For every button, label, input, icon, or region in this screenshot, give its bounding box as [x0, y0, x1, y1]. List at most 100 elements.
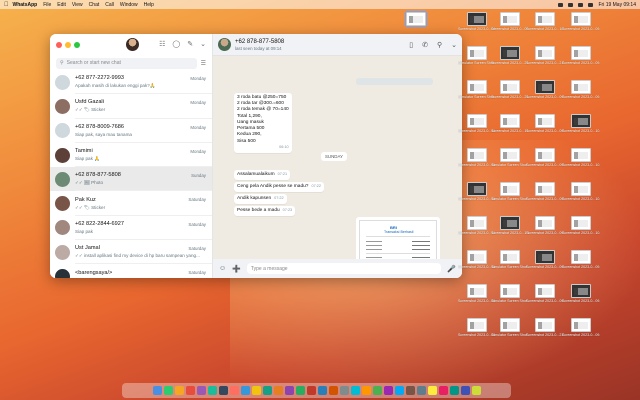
apple-icon[interactable]:  [4, 2, 9, 8]
dock-app-icon[interactable] [273, 386, 283, 395]
message-bubble[interactable]: 3 roda batu @250=750 2 roda tar @300.=600… [234, 93, 292, 154]
status-ring-icon[interactable]: ◯ [172, 40, 180, 48]
chevron-down-icon[interactable]: ⌄ [200, 40, 206, 48]
desktop-file-icon[interactable]: Simulator Screen Shot - iP...2.19.png [491, 250, 529, 269]
attach-icon[interactable]: ➕ [232, 265, 241, 273]
dock-app-icon[interactable] [295, 386, 305, 395]
dock-app-icon[interactable] [394, 386, 404, 395]
zoom-window-button[interactable] [74, 42, 80, 48]
search-input[interactable]: ⚲ Search or start new chat [56, 57, 197, 69]
message-bubble[interactable]: Ceng pela Andik pesse se madu? 07:22 [234, 182, 324, 193]
desktop-file-icon[interactable]: Screenshot 2023-0...09.56.33 [562, 284, 600, 303]
menu-clock[interactable]: Fri 19 May 09:14 [598, 2, 636, 8]
menu-app-name[interactable]: WhatsApp [13, 2, 38, 8]
chat-list-item[interactable]: Ust Jamal ✓✓ install aplikasi find my dev… [50, 240, 212, 265]
menu-help[interactable]: Help [144, 2, 154, 8]
chat-list-item[interactable]: Pak Kuz ✓✓ 🏷 Sticker Saturday [50, 191, 212, 216]
desktop-file-icon[interactable] [397, 11, 435, 27]
menu-chat[interactable]: Chat [89, 2, 100, 8]
chat-list-item[interactable]: +62 878-8009-7686 Siap pak, saya mau tana… [50, 119, 212, 143]
desktop-file-icon[interactable]: Screenshot 2023-0...09.56.59 [526, 250, 564, 269]
desktop-file-icon[interactable]: Screenshot 2023-0...21.20.15 [526, 46, 564, 65]
search-icon[interactable]: ⚲ [437, 41, 442, 49]
dock-app-icon[interactable] [152, 386, 162, 395]
desktop-file-icon[interactable]: Screenshot 2023-0...21.22.56 [491, 46, 529, 65]
menu-file[interactable]: File [43, 2, 51, 8]
dock-app-icon[interactable] [174, 386, 184, 395]
message-bubble[interactable]: Andik kapunsen 07:22 [234, 194, 287, 205]
desktop-file-icon[interactable]: Screenshot 2023-0...09.56.00 [562, 12, 600, 31]
chevron-down-icon[interactable]: ⌄ [451, 41, 457, 49]
close-window-button[interactable] [56, 42, 62, 48]
filter-icon[interactable]: ☰ [201, 60, 206, 67]
search-spotlight-icon[interactable] [578, 2, 584, 7]
desktop-file-icon[interactable]: Screenshot 2023-0...10.33.24 [562, 114, 600, 133]
desktop-file-icon[interactable]: Screenshot 2023-0...09.56.05 [562, 46, 600, 65]
dock-app-icon[interactable] [449, 386, 459, 395]
desktop-file-icon[interactable]: Screenshot 2023-0...10.22.31 [526, 12, 564, 31]
contact-avatar[interactable] [218, 38, 231, 51]
new-chat-icon[interactable]: ✎ [187, 40, 193, 48]
dock-app-icon[interactable] [207, 386, 217, 395]
desktop-file-icon[interactable]: Screenshot 2023-0...09.56.07 [562, 318, 600, 337]
dock-app-icon[interactable] [317, 386, 327, 395]
chat-list-item[interactable]: +62 877-2272-9993 Apakah masih di lakukan… [50, 70, 212, 95]
microphone-icon[interactable]: 🎤 [447, 265, 456, 273]
chat-list-item[interactable]: +62 822-2844-6927 Siap pak Saturday [50, 216, 212, 241]
dock-app-icon[interactable] [240, 386, 250, 395]
desktop-file-icon[interactable]: Screenshot 2023-0...1.17.57.png [491, 216, 529, 235]
dock-app-icon[interactable] [372, 386, 382, 395]
chat-list-item[interactable]: +62 878-877-5808 ✓✓ 🖼 Photo Sunday [50, 167, 212, 192]
emoji-icon[interactable]: ☺ [219, 265, 226, 272]
minimize-window-button[interactable] [65, 42, 71, 48]
message-bubble[interactable]: Assalamualaikum 07:21 [234, 170, 291, 181]
dock-app-icon[interactable] [438, 386, 448, 395]
dock-app-icon[interactable] [471, 386, 481, 395]
dock-app-icon[interactable] [361, 386, 371, 395]
desktop-file-icon[interactable]: Screenshot 2023-0...21.19.34 [526, 318, 564, 337]
contact-name[interactable]: +62 878-877-5808 [235, 39, 284, 45]
video-call-icon[interactable]: ▯ [409, 41, 413, 49]
voice-call-icon[interactable]: ✆ [422, 41, 428, 49]
desktop-file-icon[interactable]: Simulator Screen Shot - iP...2.25.png [491, 284, 529, 303]
menu-view[interactable]: View [72, 2, 83, 8]
desktop-file-icon[interactable]: Screenshot 2023-0...09.56.42 [526, 182, 564, 201]
dock-app-icon[interactable] [405, 386, 415, 395]
desktop-file-icon[interactable]: Screenshot 2023-0...21.22.34 [491, 80, 529, 99]
menu-edit[interactable]: Edit [57, 2, 66, 8]
dock-app-icon[interactable] [350, 386, 360, 395]
desktop-file-icon[interactable]: Screenshot 2023-0...09.14.20 [491, 12, 529, 31]
status-icon[interactable] [558, 2, 564, 7]
dock-app-icon[interactable] [339, 386, 349, 395]
message-bubble[interactable]: Pesse bede a madu 07:23 [234, 206, 296, 217]
dock-app-icon[interactable] [306, 386, 316, 395]
wifi-icon[interactable] [568, 2, 574, 7]
profile-avatar[interactable] [126, 38, 139, 51]
dock-app-icon[interactable] [251, 386, 261, 395]
communities-icon[interactable]: ☷ [159, 40, 165, 48]
dock-app-icon[interactable] [416, 386, 426, 395]
desktop-file-icon[interactable]: Simulator Screen Shot - iP...2.19.png [491, 182, 529, 201]
dock-app-icon[interactable] [262, 386, 272, 395]
chat-list-item[interactable]: Usfd Gazali ✓✓ 🏷 Sticker Monday [50, 94, 212, 119]
desktop-file-icon[interactable]: Screenshot 2023-0...09.56.20 [526, 114, 564, 133]
desktop-file-icon[interactable]: Screenshot 2023-0...09.56.09 [526, 80, 564, 99]
dock-app-icon[interactable] [196, 386, 206, 395]
dock-app-icon[interactable] [383, 386, 393, 395]
dock-app-icon[interactable] [328, 386, 338, 395]
desktop-file-icon[interactable]: Screenshot 2023-0...10.33.31 [562, 216, 600, 235]
conversation-header[interactable]: +62 878-877-5808 last seen today at 09:1… [213, 34, 462, 56]
desktop-file-icon[interactable]: Screenshot 2023-0...10.33.24 [562, 148, 600, 167]
image-message[interactable]: BRI Transaksi Berhasil [356, 217, 440, 259]
dock-app-icon[interactable] [460, 386, 470, 395]
dock-app-icon[interactable] [427, 386, 437, 395]
dock-app-icon[interactable] [185, 386, 195, 395]
dock-app-icon[interactable] [229, 386, 239, 395]
chat-list-item[interactable]: Tamimi Siap pak 🙏 Monday [50, 143, 212, 168]
control-center-icon[interactable] [588, 2, 594, 7]
desktop-file-icon[interactable]: Simulator Screen Shot - iP...2.46.png [491, 318, 529, 337]
desktop-file-icon[interactable]: Screenshot 2023-0...09.56.34 [526, 284, 564, 303]
dock-app-icon[interactable] [163, 386, 173, 395]
message-input[interactable]: Type a message [246, 263, 442, 274]
desktop-file-icon[interactable]: Simulator Screen Shot - iP...2.15.png [491, 148, 529, 167]
